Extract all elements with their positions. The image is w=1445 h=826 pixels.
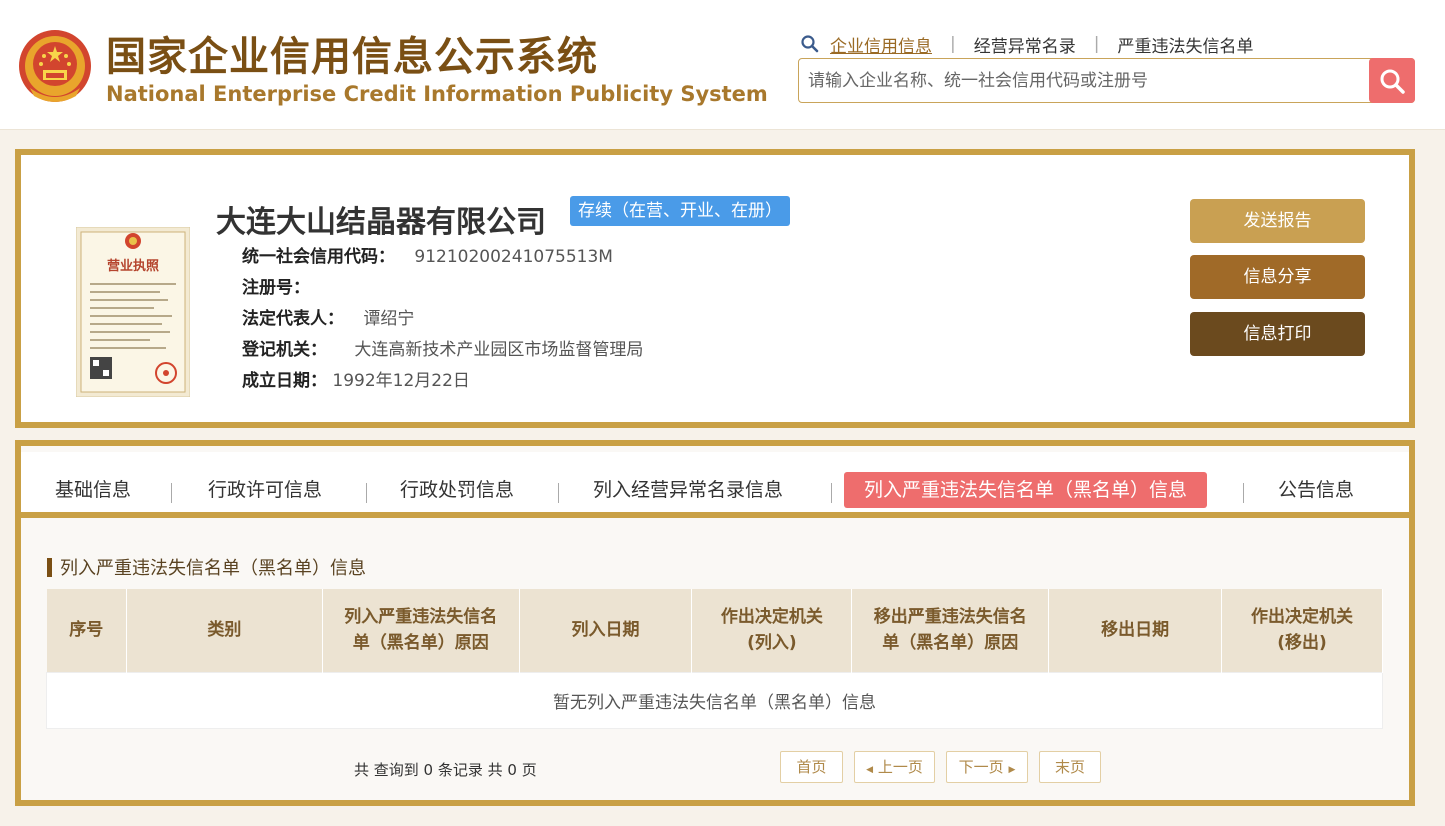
send-report-button[interactable]: 发送报告 [1190, 199, 1365, 243]
tab-divider [171, 483, 172, 503]
credit-code-label: 统一社会信用代码： [242, 247, 395, 267]
national-emblem-icon [19, 30, 91, 102]
business-license-image: 营业执照 [76, 227, 190, 397]
tab-divider [831, 483, 832, 503]
share-info-button[interactable]: 信息分享 [1190, 255, 1365, 299]
credit-code-row: 统一社会信用代码： 91210200241075513M [242, 242, 613, 267]
company-info-panel: 营业执照 大连大山结晶器有限公司 存续（在营、开业、在册） 统一社会信用代码： … [15, 149, 1415, 428]
search-input[interactable] [799, 59, 1369, 102]
top-nav: 企业信用信息 | 经营异常名录 | 严重违法失信名单 [800, 32, 1253, 57]
prev-page-button[interactable]: ◀ 上一页 [854, 751, 935, 783]
reg-authority-row: 登记机关： 大连高新技术产业园区市场监督管理局 [242, 335, 643, 360]
column-header: 序号 [46, 589, 127, 672]
site-title: 国家企业信用信息公示系统 [106, 34, 598, 80]
nav-divider: | [950, 34, 956, 54]
column-header: 作出决定机关 (列入) [691, 589, 853, 672]
table-row: 暂无列入严重违法失信名单（黑名单）信息 [46, 671, 1383, 729]
column-header: 类别 [126, 589, 323, 672]
column-header: 列入日期 [519, 589, 693, 672]
license-title: 营业执照 [107, 258, 159, 274]
nav-blacklist[interactable]: 严重违法失信名单 [1117, 32, 1253, 57]
magnifier-icon [801, 35, 819, 53]
tab-bar: 基础信息 行政许可信息 行政处罚信息 列入经营异常名录信息 列入严重违法失信名单… [21, 452, 1409, 518]
tab-blacklist[interactable]: 列入严重违法失信名单（黑名单）信息 [844, 472, 1208, 508]
status-badge: 存续（在营、开业、在册） [570, 196, 790, 226]
empty-message: 暂无列入严重违法失信名单（黑名单）信息 [46, 671, 1383, 729]
legal-rep-value: 谭绍宁 [363, 309, 415, 329]
first-page-button[interactable]: 首页 [780, 751, 843, 783]
table-header-row: 序号 类别 列入严重违法失信名 单（黑名单）原因 列入日期 作出决定机关 (列入) … [46, 589, 1383, 672]
reg-authority-label: 登记机关： [242, 340, 327, 360]
column-header: 作出决定机关 (移出) [1221, 589, 1383, 672]
credit-code-value: 91210200241075513M [414, 247, 613, 267]
site-header: 国家企业信用信息公示系统 National Enterprise Credit … [0, 0, 1445, 130]
detail-tabs-panel: 基础信息 行政许可信息 行政处罚信息 列入经营异常名录信息 列入严重违法失信名单… [15, 440, 1415, 806]
print-info-button[interactable]: 信息打印 [1190, 312, 1365, 356]
tab-divider [366, 483, 367, 503]
est-date-row: 成立日期： 1992年12月22日 [242, 366, 470, 391]
est-date-label: 成立日期： [242, 371, 327, 391]
reg-authority-value: 大连高新技术产业园区市场监督管理局 [354, 340, 644, 360]
tab-admin-penalty[interactable]: 行政处罚信息 [400, 472, 514, 508]
tab-divider [558, 483, 559, 503]
section-title: 列入严重违法失信名单（黑名单）信息 [47, 554, 366, 580]
tab-announcement[interactable]: 公告信息 [1278, 472, 1354, 508]
pager-summary: 共 查询到 0 条记录 共 0 页 [354, 761, 537, 779]
legal-rep-row: 法定代表人： 谭绍宁 [242, 304, 414, 329]
legal-rep-label: 法定代表人： [242, 309, 344, 329]
site-subtitle: National Enterprise Credit Information P… [106, 82, 768, 106]
search-bar [798, 58, 1415, 103]
reg-no-row: 注册号： [242, 273, 310, 298]
reg-no-label: 注册号： [242, 278, 310, 298]
company-name: 大连大山结晶器有限公司 [216, 205, 546, 240]
nav-abnormal-list[interactable]: 经营异常名录 [974, 32, 1076, 57]
column-header: 移出日期 [1048, 589, 1223, 672]
tab-divider [1243, 483, 1244, 503]
last-page-button[interactable]: 末页 [1039, 751, 1101, 783]
search-icon [1380, 69, 1405, 94]
caret-right-icon: ▶ [1008, 765, 1016, 775]
next-page-button[interactable]: 下一页 ▶ [946, 751, 1028, 783]
tab-admin-license[interactable]: 行政许可信息 [208, 472, 322, 508]
search-button[interactable] [1369, 58, 1415, 103]
tab-abnormal-list[interactable]: 列入经营异常名录信息 [593, 472, 783, 508]
column-header: 列入严重违法失信名 单（黑名单）原因 [322, 589, 520, 672]
section-title-text: 列入严重违法失信名单（黑名单）信息 [60, 558, 366, 579]
nav-divider: | [1093, 34, 1100, 54]
column-header: 移出严重违法失信名 单（黑名单）原因 [851, 589, 1050, 672]
caret-left-icon: ◀ [866, 765, 874, 775]
tab-basic-info[interactable]: 基础信息 [55, 472, 131, 508]
nav-enterprise-credit[interactable]: 企业信用信息 [830, 32, 932, 57]
blacklist-table: 序号 类别 列入严重违法失信名 单（黑名单）原因 列入日期 作出决定机关 (列入) … [46, 589, 1383, 729]
section-marker [47, 557, 52, 577]
est-date-value: 1992年12月22日 [332, 371, 470, 391]
